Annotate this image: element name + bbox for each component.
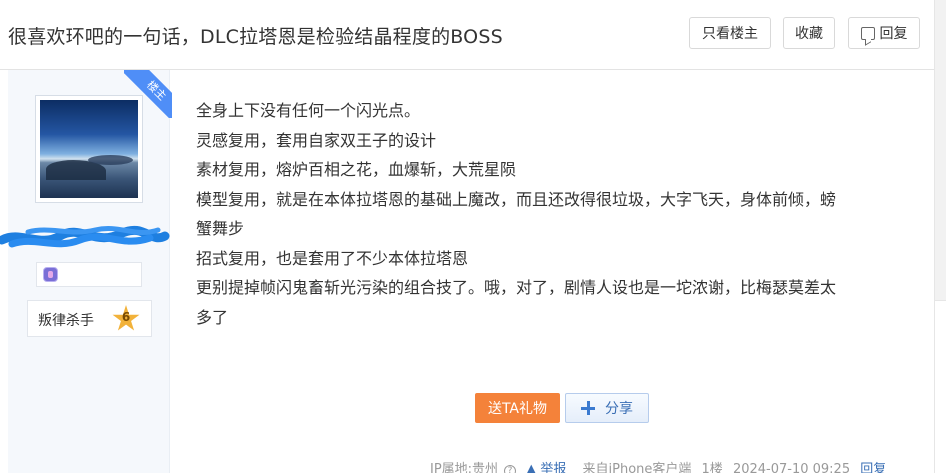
user-level[interactable]: 叛律杀手 6	[27, 300, 152, 337]
reply-icon	[860, 26, 875, 40]
only-author-button[interactable]: 只看楼主	[689, 17, 771, 49]
post-line: 灵感复用，套用自家双王子的设计	[196, 130, 437, 150]
member-badge-box[interactable]	[36, 262, 142, 287]
post-time: 2024-07-10 09:25	[732, 462, 851, 473]
level-name: 叛律杀手	[38, 313, 94, 329]
post-line: 多了	[196, 307, 229, 327]
post-line: 更别提掉帧闪鬼畜斩光污染的组合技了。哦，对了，剧情人设也是一坨浓谢，比梅瑟莫差太	[196, 278, 837, 297]
post-line: 素材复用，熔炉百相之花，血爆斩，大荒星陨	[196, 160, 517, 179]
client-source: 来自iPhone客户端	[582, 462, 692, 473]
redacted-username-scribble	[0, 225, 170, 248]
send-gift-button[interactable]: 送TA礼物	[475, 393, 560, 423]
share-label: 分享	[605, 401, 633, 417]
post-line: 模型复用，就是在本体拉塔恩的基础上魔改，而且还改得很垃圾，大字飞天，身体前倾，螃	[196, 189, 837, 209]
reply-link[interactable]: 回复	[860, 462, 886, 473]
reply-button-label: 回复	[879, 26, 908, 42]
member-badge-icon	[43, 267, 58, 282]
avatar[interactable]	[35, 95, 143, 203]
ip-location: IP属地:贵州	[430, 462, 499, 473]
post-footer: IP属地:贵州? ▲ 举报 来自iPhone客户端 1楼 2024-07-10 …	[430, 458, 892, 473]
share-button[interactable]: 分享	[565, 393, 649, 423]
post-line: 蟹舞步	[196, 219, 245, 238]
help-icon[interactable]: ?	[504, 465, 517, 473]
report-link[interactable]: ▲ 举报	[526, 462, 572, 473]
reply-button[interactable]: 回复	[848, 17, 920, 49]
thread-header: 很喜欢环吧的一句话，DLC拉塔恩是检验结晶程度的BOSS 只看楼主 收藏 回复	[0, 0, 934, 70]
post-line: 招式复用，也是套用了不少本体拉塔恩	[196, 248, 469, 268]
post-content: 全身上下没有任何一个闪光点。 灵感复用，套用自家双王子的设计 素材复用，熔炉百相…	[196, 96, 914, 332]
level-number: 6	[121, 310, 131, 324]
thread-title: 很喜欢环吧的一句话，DLC拉塔恩是检验结晶程度的BOSS	[8, 26, 503, 48]
post-line: 全身上下没有任何一个闪光点。	[196, 101, 421, 120]
favorite-button[interactable]: 收藏	[783, 17, 835, 49]
plus-icon	[581, 401, 595, 415]
floor-number: 1楼	[701, 462, 723, 473]
avatar-image	[40, 100, 138, 198]
right-scroll-strip	[934, 0, 946, 473]
